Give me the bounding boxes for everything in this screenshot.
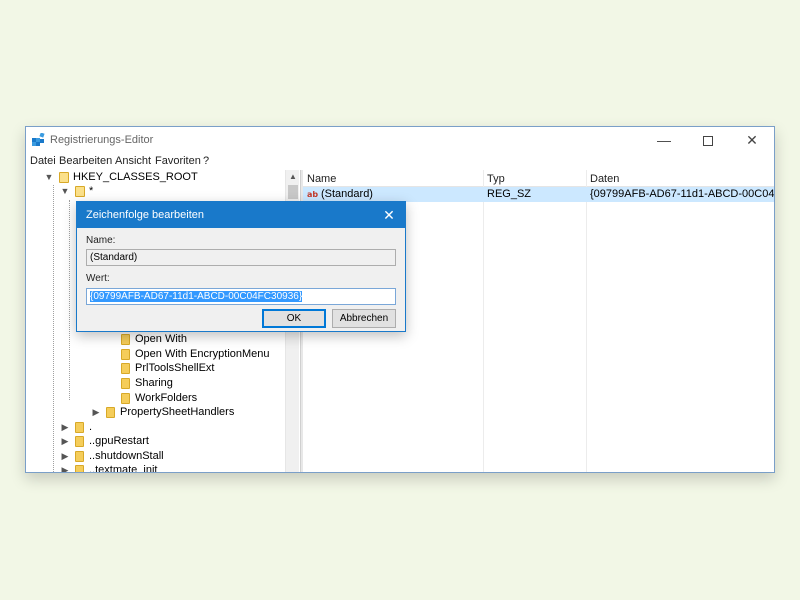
- menu-bar: Datei Bearbeiten Ansicht Favoriten ?: [26, 153, 774, 170]
- scroll-thumb[interactable]: [288, 185, 298, 199]
- tree-item-gpurestart[interactable]: ▶ ..gpuRestart: [26, 434, 286, 449]
- folder-open-icon: [75, 186, 85, 197]
- tree-item-label: Sharing: [135, 377, 173, 389]
- value-field[interactable]: {09799AFB-AD67-11d1-ABCD-00C04FC30936}: [86, 288, 396, 305]
- tree-item-label: PropertySheetHandlers: [120, 406, 235, 418]
- folder-icon: [121, 349, 130, 360]
- tree-item-label: ..gpuRestart: [89, 435, 149, 447]
- cell-data: {09799AFB-AD67-11d1-ABCD-00C04FC3: [590, 188, 775, 200]
- tree-item-label: Open With: [135, 333, 187, 345]
- folder-open-icon: [59, 172, 69, 183]
- tree-item-label: *: [89, 185, 94, 197]
- cancel-button[interactable]: Abbrechen: [332, 309, 396, 328]
- folder-icon: [121, 378, 130, 389]
- tree-item-textmate-init[interactable]: ▶ ..textmate_init: [26, 463, 286, 473]
- dialog-title: Zeichenfolge bearbeiten: [86, 209, 205, 221]
- tree-item-label: ..shutdownStall: [89, 450, 164, 462]
- tree-item-prltools[interactable]: PrlToolsShellExt: [26, 361, 286, 376]
- folder-icon: [121, 334, 130, 345]
- list-row[interactable]: ab (Standard) REG_SZ {09799AFB-AD67-11d1…: [303, 187, 775, 202]
- window-title: Registrierungs-Editor: [50, 134, 154, 146]
- column-header-name[interactable]: Name: [307, 173, 336, 185]
- tree-item-workfolders[interactable]: WorkFolders: [26, 391, 286, 406]
- chevron-down-icon[interactable]: ▼: [44, 170, 54, 185]
- folder-icon: [75, 451, 84, 462]
- folder-icon: [75, 465, 84, 472]
- column-divider[interactable]: [586, 170, 587, 472]
- cell-type: REG_SZ: [487, 188, 532, 200]
- tree-item-label: WorkFolders: [135, 392, 198, 404]
- tree-item-dot[interactable]: ▶ .: [26, 420, 286, 435]
- name-label: Name:: [86, 235, 116, 246]
- maximize-button[interactable]: [686, 127, 730, 153]
- name-field[interactable]: (Standard): [86, 249, 396, 266]
- chevron-down-icon[interactable]: ▼: [60, 184, 70, 199]
- maximize-icon: [703, 136, 713, 147]
- tree-item-star[interactable]: ▼ *: [26, 184, 286, 199]
- tree-item-label: Open With EncryptionMenu: [135, 348, 270, 360]
- tree-item-open-with-encryption[interactable]: Open With EncryptionMenu: [26, 347, 286, 362]
- dialog-close-button[interactable]: ✕: [373, 202, 405, 228]
- menu-favoriten[interactable]: Favoriten: [155, 155, 201, 167]
- menu-datei[interactable]: Datei: [30, 155, 56, 167]
- string-value-icon: ab: [307, 190, 319, 199]
- folder-icon: [75, 436, 84, 447]
- cell-name: (Standard): [321, 188, 373, 200]
- ok-button[interactable]: OK: [262, 309, 326, 328]
- tree-item-label: PrlToolsShellExt: [135, 362, 215, 374]
- tree-item-label: HKEY_CLASSES_ROOT: [73, 171, 198, 183]
- chevron-right-icon[interactable]: ▶: [60, 434, 70, 449]
- menu-bearbeiten[interactable]: Bearbeiten: [59, 155, 112, 167]
- tree-item-propertysheethandlers[interactable]: ▶ PropertySheetHandlers: [26, 405, 286, 420]
- value-field-text: {09799AFB-AD67-11d1-ABCD-00C04FC30936}: [90, 291, 303, 302]
- scroll-up-icon[interactable]: ▲: [286, 170, 300, 184]
- folder-icon: [121, 363, 130, 374]
- menu-help[interactable]: ?: [203, 155, 209, 167]
- chevron-right-icon[interactable]: ▶: [60, 420, 70, 435]
- minimize-button[interactable]: —: [642, 127, 686, 153]
- column-divider[interactable]: [483, 170, 484, 472]
- column-header-data[interactable]: Daten: [590, 173, 619, 185]
- tree-item-hkey-classes-root[interactable]: ▼ HKEY_CLASSES_ROOT: [26, 170, 286, 185]
- tree-item-shutdownstall[interactable]: ▶ ..shutdownStall: [26, 449, 286, 464]
- list-header: Name Typ Daten: [303, 170, 774, 187]
- close-button[interactable]: ✕: [730, 127, 774, 153]
- column-header-type[interactable]: Typ: [487, 173, 505, 185]
- chevron-right-icon[interactable]: ▶: [60, 463, 70, 472]
- tree-item-label: ..textmate_init: [89, 464, 158, 473]
- registry-editor-icon: [32, 133, 45, 146]
- menu-ansicht[interactable]: Ansicht: [115, 155, 151, 167]
- chevron-right-icon[interactable]: ▶: [91, 405, 101, 420]
- title-bar[interactable]: Registrierungs-Editor — ✕: [26, 127, 774, 153]
- edit-string-dialog: Zeichenfolge bearbeiten ✕ Name: (Standar…: [76, 201, 406, 332]
- value-label: Wert:: [86, 273, 110, 284]
- folder-icon: [121, 393, 130, 404]
- chevron-right-icon[interactable]: ▶: [60, 449, 70, 464]
- tree-item-sharing[interactable]: Sharing: [26, 376, 286, 391]
- folder-icon: [106, 407, 115, 418]
- tree-item-open-with[interactable]: Open With: [26, 332, 286, 347]
- tree-item-label: .: [89, 421, 93, 433]
- dialog-title-bar[interactable]: Zeichenfolge bearbeiten ✕: [77, 202, 405, 228]
- folder-icon: [75, 422, 84, 433]
